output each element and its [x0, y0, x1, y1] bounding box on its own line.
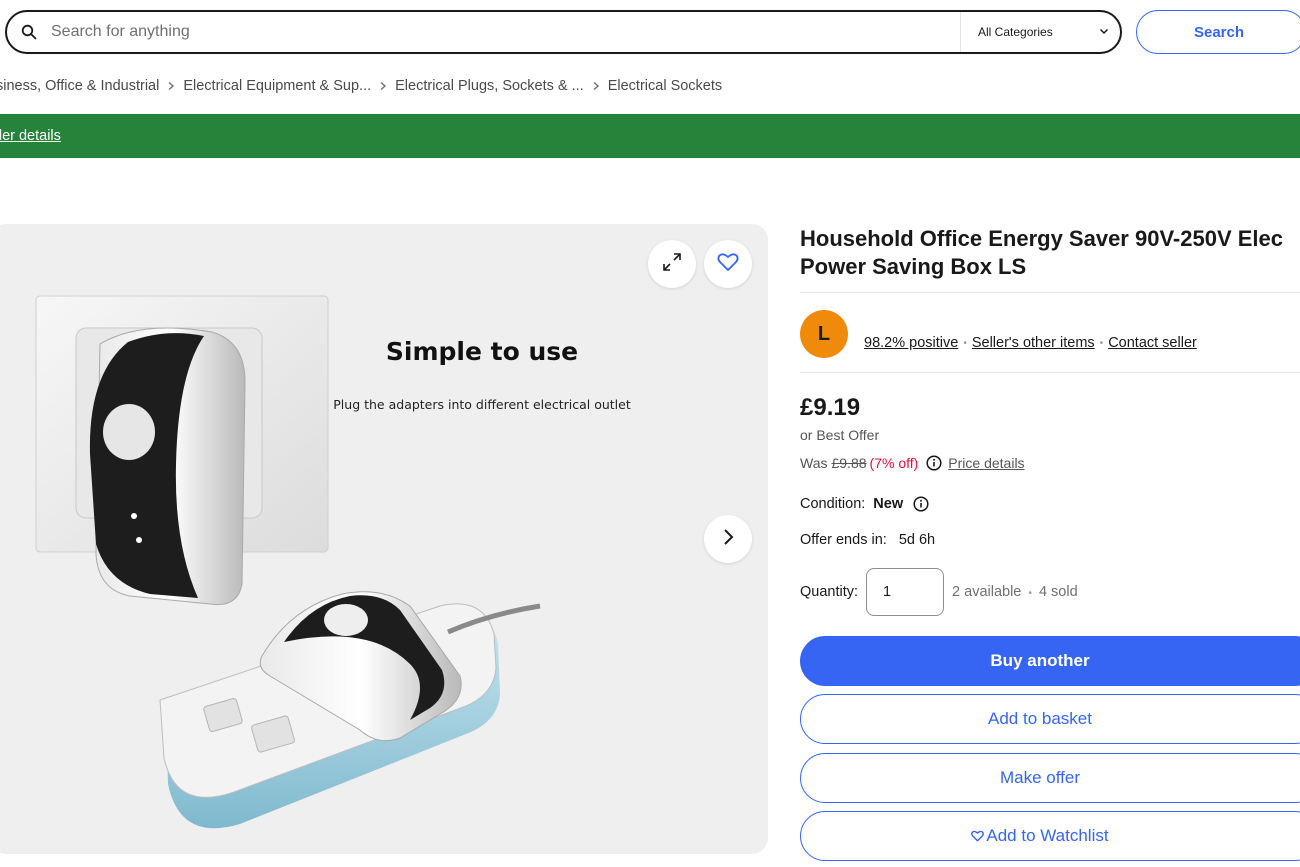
- image-heading-text: Simple to use: [386, 337, 578, 366]
- was-label: Was: [800, 455, 828, 471]
- best-offer-text: or Best Offer: [800, 427, 880, 443]
- chevron-right-icon: [721, 528, 735, 551]
- was-price: £9.88: [831, 455, 867, 471]
- listing-title-line: Household Office Energy Saver 90V-250V E…: [800, 226, 1283, 251]
- sold-count: 4 sold: [1038, 584, 1078, 600]
- next-image-button[interactable]: [704, 515, 752, 563]
- chevron-right-icon: [592, 81, 600, 91]
- breadcrumb: siness, Office & Industrial Electrical E…: [0, 76, 722, 96]
- add-to-basket-button[interactable]: Add to basket: [800, 694, 1300, 744]
- breadcrumb-item[interactable]: Electrical Equipment & Sup...: [183, 78, 371, 94]
- info-icon[interactable]: [913, 496, 929, 512]
- category-select-value: All Categories: [978, 25, 1053, 39]
- listing-title: Household Office Energy Saver 90V-250V E…: [800, 225, 1300, 281]
- available-count: 2 available: [952, 584, 1022, 600]
- quantity-input[interactable]: [866, 568, 945, 616]
- order-banner: der details: [0, 114, 1300, 158]
- breadcrumb-item[interactable]: siness, Office & Industrial: [0, 78, 159, 94]
- breadcrumb-item[interactable]: Electrical Sockets: [608, 78, 722, 94]
- chevron-right-icon: [167, 81, 175, 91]
- contact-seller-link[interactable]: Contact seller: [1108, 335, 1197, 351]
- offer-ends-label: Offer ends in:: [800, 532, 887, 548]
- seller-avatar[interactable]: L: [800, 310, 848, 358]
- search-bar: All Categories: [5, 10, 1122, 54]
- seller-info: 98.2% positive • Seller's other items • …: [864, 335, 1197, 351]
- quantity-availability: 2 available • 4 sold: [952, 584, 1078, 600]
- info-icon[interactable]: [926, 455, 942, 471]
- seller-feedback-link[interactable]: 98.2% positive: [864, 335, 958, 351]
- breadcrumb-item[interactable]: Electrical Plugs, Sockets & ...: [395, 78, 584, 94]
- buy-another-button[interactable]: Buy another: [800, 636, 1300, 686]
- search-input[interactable]: [51, 13, 956, 51]
- add-to-watchlist-button[interactable]: Add to Watchlist: [800, 811, 1300, 861]
- quantity-row: Quantity: 2 available • 4 sold: [800, 568, 1078, 616]
- expand-image-button[interactable]: [648, 240, 696, 288]
- search-button[interactable]: Search: [1136, 10, 1300, 54]
- quantity-label: Quantity:: [800, 584, 859, 600]
- price-details-link[interactable]: Price details: [948, 455, 1024, 471]
- condition-label: Condition:: [800, 496, 866, 512]
- heart-icon: [971, 830, 985, 842]
- offer-ends-row: Offer ends in: 5d 6h: [800, 532, 935, 548]
- chevron-right-icon: [379, 81, 387, 91]
- divider: [800, 292, 1300, 293]
- separator-dot: •: [963, 337, 967, 349]
- make-offer-button[interactable]: Make offer: [800, 753, 1300, 803]
- expand-icon: [661, 251, 683, 278]
- listing-title-line: Power Saving Box LS: [800, 254, 1027, 279]
- divider: [800, 372, 1300, 373]
- order-details-link[interactable]: der details: [0, 128, 61, 144]
- category-select[interactable]: All Categories: [960, 12, 1120, 52]
- image-caption-text: Plug the adapters into different electri…: [333, 397, 631, 412]
- was-price-row: Was £9.88 (7% off) Price details: [800, 455, 1025, 471]
- separator-dot: •: [1099, 337, 1104, 349]
- condition-row: Condition: New: [800, 496, 929, 512]
- offer-ends-value: 5d 6h: [898, 532, 936, 548]
- product-image-gallery[interactable]: Simple to use Plug the adapters into dif…: [0, 224, 768, 854]
- discount-text: (7% off): [869, 455, 919, 471]
- separator-dot: •: [1028, 588, 1032, 599]
- product-image: Simple to use Plug the adapters into dif…: [35, 295, 631, 829]
- chevron-down-icon: [1098, 25, 1110, 40]
- price: £9.19: [800, 394, 861, 421]
- search-icon: [7, 12, 51, 52]
- condition-value: New: [873, 496, 904, 512]
- heart-icon: [717, 252, 739, 277]
- seller-other-items-link[interactable]: Seller's other items: [972, 335, 1095, 351]
- add-to-watchlist-label: Add to Watchlist: [986, 826, 1109, 845]
- watch-heart-button[interactable]: [704, 240, 752, 288]
